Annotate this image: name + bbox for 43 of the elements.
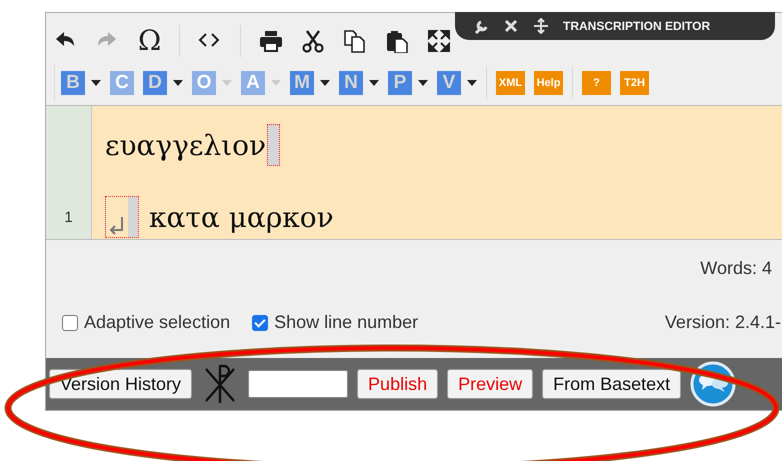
toolbar-button[interactable]: Version History [49,369,192,399]
toolbar-button[interactable]: Preview [447,369,534,399]
markup-button[interactable]: N [339,71,363,95]
line-number: 1 [64,208,73,226]
return-arrow-icon [108,217,124,235]
caret-icon[interactable] [320,80,330,86]
markup-button[interactable]: D [143,71,167,95]
toolbar-button[interactable]: Publish [357,369,438,399]
markup-button[interactable]: P [388,71,412,95]
chi-rho-icon [203,363,238,405]
markup-button[interactable]: B [61,71,85,95]
caret-icon[interactable] [418,80,428,86]
greek-text: ευαγγελιον [105,128,266,162]
markup-button[interactable]: V [437,71,461,95]
tool-button[interactable]: Help [534,71,563,95]
maximize-icon[interactable] [427,29,452,53]
close-icon[interactable] [503,18,519,34]
toolbar-button[interactable]: From Basetext [542,369,682,399]
markup-button[interactable]: M [290,71,314,95]
editor-title: TRANSCRIPTION EDITOR [563,19,710,33]
caret-icon[interactable] [369,80,379,86]
word-count: Words: 4 [700,258,772,280]
wrench-icon[interactable] [473,18,489,34]
printer-icon[interactable] [259,29,284,53]
caret-icon[interactable] [467,80,477,86]
chat-icon[interactable] [690,361,736,407]
scissors-icon[interactable] [301,29,326,53]
move-icon[interactable] [533,18,549,34]
checkbox[interactable] [62,314,78,330]
caret-icon[interactable] [91,80,101,86]
version-label: Version: 2.4.1- [664,312,781,333]
checkbox-label: Show line number [274,312,418,333]
copy-icon[interactable] [343,29,368,53]
caret-icon[interactable] [173,80,183,86]
input-field[interactable] [248,370,348,398]
checkbox[interactable] [252,314,268,330]
checkbox-label: Adaptive selection [84,312,230,333]
clipboard-icon[interactable] [385,29,410,53]
tool-button[interactable]: ? [582,71,611,95]
greek-text: κατα μαρκον [149,200,334,234]
tool-button[interactable]: XML [496,71,525,95]
omega-symbol-button[interactable]: Ω [138,27,162,55]
tool-button[interactable]: T2H [620,71,649,95]
